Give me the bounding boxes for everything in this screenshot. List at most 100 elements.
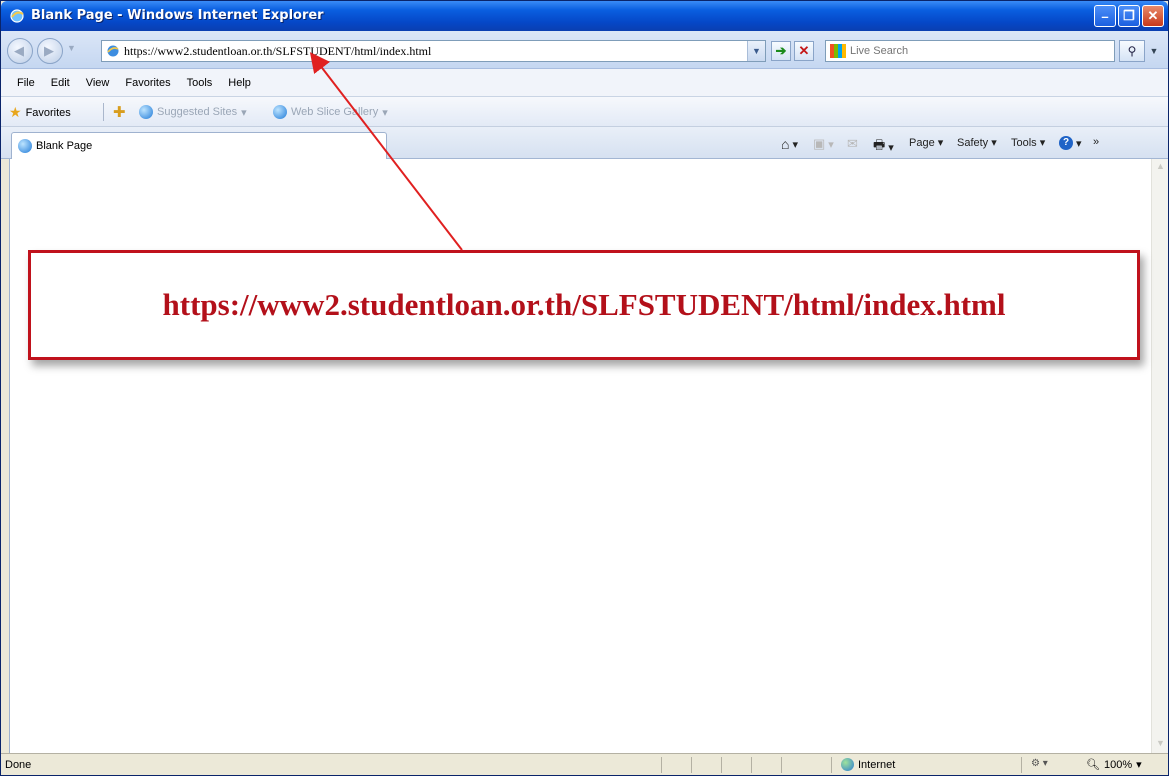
refresh-go-button[interactable]: ➔: [771, 41, 791, 61]
callout-url-text: https://www2.studentloan.or.th/SLFSTUDEN…: [162, 287, 1006, 322]
stop-icon: ✕: [798, 43, 810, 58]
menu-help[interactable]: Help: [220, 75, 259, 91]
feeds-button[interactable]: ▣ ▾: [813, 136, 834, 152]
favorites-separator: [103, 103, 104, 121]
address-dropdown-icon[interactable]: ▼: [747, 41, 765, 61]
security-zone[interactable]: Internet: [841, 758, 895, 771]
menu-view[interactable]: View: [78, 75, 118, 91]
safety-menu-label: Safety: [957, 136, 989, 149]
back-arrow-icon: ◀: [14, 43, 24, 58]
tab-bar: Blank Page ⌂ ▾ ▣ ▾ ✉ 🖶 ▾ Page ▾ Safety ▾ Tool…: [1, 127, 1168, 159]
search-options-dropdown-icon[interactable]: ▼: [1147, 40, 1161, 62]
print-button[interactable]: 🖶 ▾: [873, 136, 894, 158]
recent-pages-dropdown-icon[interactable]: ▼: [67, 43, 76, 53]
zoom-control[interactable]: 🔍︎ 100% ▾: [1086, 758, 1142, 772]
menu-tools[interactable]: Tools: [179, 75, 221, 91]
page-menu-button[interactable]: Page ▾: [909, 136, 944, 150]
live-search-logo-icon: [830, 44, 846, 58]
zoom-icon: 🔍︎: [1086, 759, 1100, 771]
ie-logo-icon: [10, 9, 24, 23]
read-mail-button[interactable]: ✉: [847, 136, 858, 152]
menu-edit[interactable]: Edit: [43, 75, 78, 91]
status-divider: [721, 757, 722, 773]
status-divider: [751, 757, 752, 773]
web-slice-gallery-button[interactable]: Web Slice Gallery ▾: [273, 105, 388, 119]
close-button[interactable]: ✕: [1142, 5, 1164, 27]
chevron-down-icon: ▾: [382, 106, 388, 119]
home-button[interactable]: ⌂ ▾: [781, 136, 798, 152]
forward-button[interactable]: ▶: [37, 38, 63, 64]
home-icon: ⌂: [781, 136, 790, 152]
window-controls: – ❐ ✕: [1094, 5, 1164, 27]
minimize-icon: –: [1101, 8, 1109, 24]
ie-page-icon: [18, 139, 32, 153]
go-arrow-icon: ➔: [775, 43, 787, 58]
minimize-button[interactable]: –: [1094, 5, 1116, 27]
chevron-down-icon: ▾: [792, 138, 798, 151]
suggested-sites-button[interactable]: Suggested Sites ▾: [139, 105, 247, 119]
help-icon: ?: [1059, 136, 1073, 150]
chevron-down-icon: ▾: [888, 141, 894, 154]
chevron-down-icon: ▾: [241, 106, 247, 119]
chevron-down-icon: ▾: [1039, 137, 1046, 149]
address-url[interactable]: https://www2.studentloan.or.th/SLFSTUDEN…: [124, 44, 431, 59]
globe-icon: [841, 758, 854, 771]
status-divider: [661, 757, 662, 773]
status-divider: [781, 757, 782, 773]
close-icon: ✕: [1147, 8, 1159, 23]
feeds-icon: ▣: [813, 136, 826, 151]
scroll-down-icon[interactable]: ▼: [1154, 738, 1167, 751]
favorites-star-icon: ★: [9, 104, 22, 120]
page-content: [9, 159, 1151, 753]
zoom-level: 100%: [1103, 758, 1133, 771]
restore-icon: ❐: [1123, 8, 1135, 23]
title-bar: Blank Page - Windows Internet Explorer –…: [1, 1, 1168, 31]
search-box[interactable]: [825, 40, 1115, 62]
menu-bar: File Edit View Favorites Tools Help: [1, 69, 1168, 97]
favorites-button[interactable]: ★ Favorites: [9, 104, 71, 121]
chevron-down-icon: ▾: [828, 138, 834, 151]
stop-button[interactable]: ✕: [794, 41, 814, 61]
status-divider: [691, 757, 692, 773]
window-title: Blank Page - Windows Internet Explorer: [31, 8, 324, 23]
web-slice-gallery-label: Web Slice Gallery: [291, 106, 379, 118]
chevron-down-icon: ▾: [1076, 137, 1082, 150]
status-divider: [1021, 757, 1022, 773]
add-to-favorites-bar-icon[interactable]: ✚: [113, 103, 126, 121]
status-text: Done: [5, 759, 32, 771]
favorites-label: Favorites: [25, 106, 71, 119]
vertical-scrollbar[interactable]: ▲ ▼: [1151, 159, 1168, 753]
ie-page-icon: [273, 105, 287, 119]
tools-menu-label: Tools: [1011, 136, 1037, 149]
protected-mode-icon[interactable]: ⚙ ▾: [1031, 758, 1048, 769]
menu-favorites[interactable]: Favorites: [117, 75, 178, 91]
search-icon: ⚲: [1127, 44, 1137, 58]
search-button[interactable]: ⚲: [1119, 40, 1145, 62]
menu-file[interactable]: File: [9, 75, 43, 91]
tools-menu-button[interactable]: Tools ▾: [1011, 136, 1046, 150]
status-bar: Done Internet ⚙ ▾ 🔍︎ 100% ▾: [1, 753, 1168, 775]
scroll-up-icon[interactable]: ▲: [1154, 161, 1167, 174]
back-button[interactable]: ◀: [7, 38, 33, 64]
help-button[interactable]: ? ▾: [1059, 136, 1082, 150]
ie-page-icon: [139, 105, 153, 119]
maximize-button[interactable]: ❐: [1118, 5, 1140, 27]
page-icon: [107, 45, 119, 57]
browser-window: Blank Page - Windows Internet Explorer –…: [0, 0, 1169, 776]
tab-label: Blank Page: [36, 140, 93, 152]
favorites-bar: ★ Favorites ✚ Suggested Sites ▾ Web Slic…: [1, 97, 1168, 127]
forward-arrow-icon: ▶: [44, 43, 54, 58]
address-bar[interactable]: https://www2.studentloan.or.th/SLFSTUDEN…: [101, 40, 766, 62]
print-icon: 🖶: [873, 137, 886, 152]
tab-blank-page[interactable]: Blank Page: [11, 132, 387, 159]
mail-icon: ✉: [847, 136, 858, 151]
chevron-down-icon: ▾: [991, 137, 997, 149]
page-menu-label: Page: [909, 136, 935, 149]
zone-label: Internet: [858, 758, 896, 771]
suggested-sites-label: Suggested Sites: [157, 106, 238, 118]
overflow-chevron-icon[interactable]: »: [1093, 136, 1099, 148]
chevron-down-icon: ▾: [937, 137, 944, 149]
url-callout-box: https://www2.studentloan.or.th/SLFSTUDEN…: [28, 250, 1140, 360]
search-input[interactable]: [850, 43, 1100, 59]
safety-menu-button[interactable]: Safety ▾: [957, 136, 997, 150]
